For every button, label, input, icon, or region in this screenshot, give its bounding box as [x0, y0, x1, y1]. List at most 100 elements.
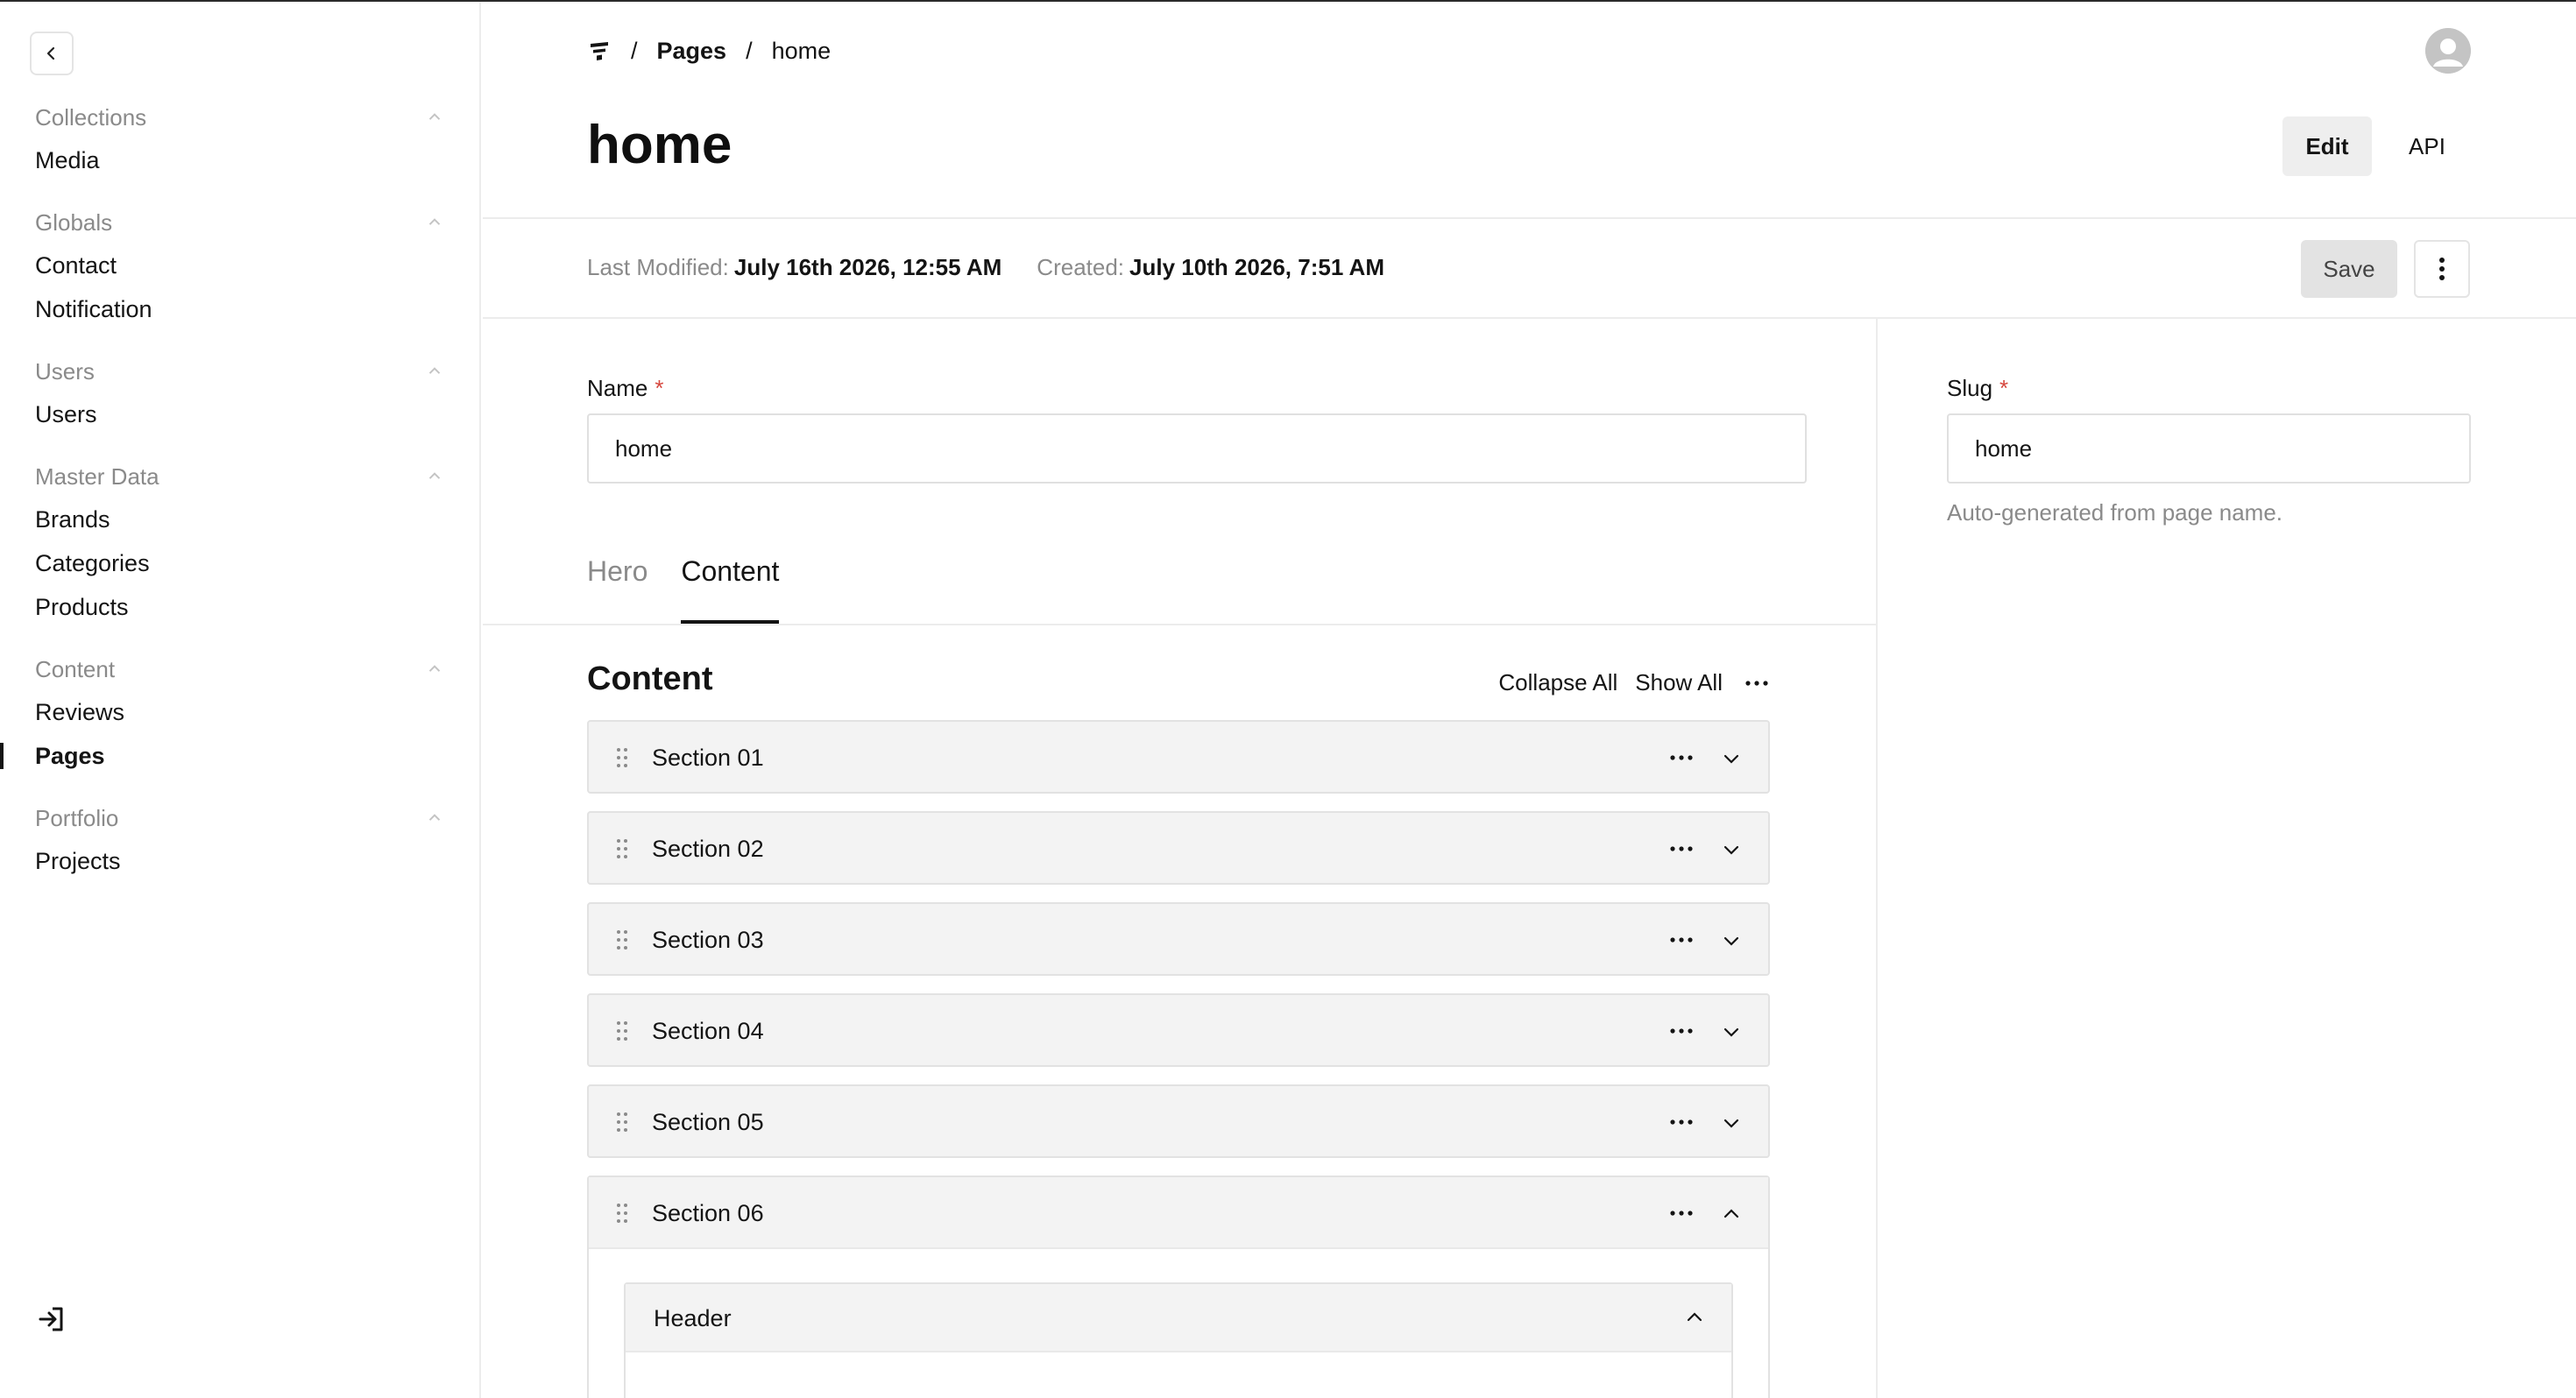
nav-group-label: Globals — [35, 208, 113, 236]
sidebar-item-label: Contact — [35, 251, 117, 279]
nav-group-toggle[interactable]: Globals — [35, 201, 444, 244]
breadcrumb-pages-link[interactable]: Pages — [657, 38, 727, 65]
show-all-button[interactable]: Show All — [1635, 669, 1723, 696]
sidebar-item-users[interactable]: Users — [35, 392, 444, 436]
name-field[interactable]: home — [587, 413, 1807, 484]
nav-group-toggle[interactable]: Content — [35, 648, 444, 690]
section-menu-icon[interactable] — [1668, 746, 1695, 769]
main-area: / Pages / home home Edit API Last Modifi… — [483, 2, 2576, 1398]
tab-content[interactable]: Content — [681, 555, 780, 624]
section-label: Section 05 — [652, 1109, 764, 1135]
drag-handle-icon[interactable] — [615, 1202, 629, 1225]
sidebar-item-notification[interactable]: Notification — [35, 287, 444, 331]
created: Created: July 10th 2026, 7:51 AM — [1037, 254, 1384, 281]
required-marker: * — [1999, 375, 2009, 401]
header-block-bar[interactable] — [626, 1284, 1731, 1352]
tab-hero[interactable]: Hero — [587, 555, 648, 624]
sidebar-item-brands[interactable]: Brands — [35, 498, 444, 541]
chevron-up-icon[interactable] — [1721, 1204, 1742, 1225]
section-label: Section 03 — [652, 927, 764, 953]
breadcrumb-current: home — [771, 37, 832, 64]
sidebar-item-label: Brands — [35, 505, 110, 533]
user-avatar-icon — [2425, 28, 2471, 74]
document-more-button[interactable] — [2414, 240, 2470, 298]
collapse-all-button[interactable]: Collapse All — [1498, 669, 1617, 696]
sidebar-item-categories[interactable]: Categories — [35, 541, 444, 585]
edit-tab-button[interactable]: Edit — [2282, 116, 2372, 176]
drag-handle-icon[interactable] — [615, 1020, 629, 1042]
nav-group-content: Content Reviews Pages — [0, 648, 444, 778]
horizontal-dots-icon[interactable] — [1744, 673, 1770, 694]
nav-group-toggle[interactable]: Collections — [35, 96, 444, 138]
sidebar-item-pages[interactable]: Pages — [0, 734, 444, 778]
chevron-up-icon[interactable] — [1684, 1307, 1705, 1328]
chevron-up-icon — [428, 665, 441, 672]
nav-group-toggle[interactable]: Portfolio — [35, 797, 444, 839]
slug-field-label: Slug * — [1947, 375, 2008, 402]
section-menu-icon[interactable] — [1668, 1202, 1695, 1225]
chevron-down-icon[interactable] — [1721, 1021, 1742, 1042]
nav-group-collections: Collections Media — [35, 96, 444, 182]
nav-group-toggle[interactable]: Master Data — [35, 455, 444, 498]
section-menu-icon[interactable] — [1668, 1111, 1695, 1133]
drag-handle-icon[interactable] — [615, 1111, 629, 1133]
drag-handle-icon[interactable] — [615, 928, 629, 951]
field-tabs: Hero Content — [587, 555, 780, 624]
header-block: Header — [624, 1282, 1733, 1398]
sidebar-item-label: Categories — [35, 549, 150, 576]
chevron-down-icon[interactable] — [1721, 839, 1742, 860]
back-button[interactable] — [30, 32, 74, 75]
created-label: Created: — [1037, 254, 1125, 280]
required-marker: * — [655, 375, 664, 401]
sidebar-item-projects[interactable]: Projects — [35, 839, 444, 883]
name-label-text: Name — [587, 375, 648, 401]
section-menu-icon[interactable] — [1668, 1020, 1695, 1042]
nav-group-label: Content — [35, 655, 116, 682]
sidebar-item-label: Media — [35, 146, 100, 173]
section-header-bar[interactable] — [589, 1177, 1768, 1249]
save-button[interactable]: Save — [2301, 240, 2397, 298]
slug-field-value: home — [1975, 434, 2033, 462]
section-label: Section 04 — [652, 1018, 764, 1044]
section-menu-icon[interactable] — [1668, 928, 1695, 951]
nav-group-label: Master Data — [35, 462, 159, 490]
chevron-down-icon[interactable] — [1721, 1112, 1742, 1133]
section-row[interactable]: Section 05 — [587, 1084, 1770, 1158]
sidebar-item-products[interactable]: Products — [35, 585, 444, 629]
sidebar-item-label: Products — [35, 593, 129, 620]
vertical-dots-icon — [2439, 258, 2445, 280]
sidebar-item-label: Users — [35, 400, 97, 427]
sidebar-divider — [1876, 319, 1878, 1398]
api-tab-button[interactable]: API — [2384, 116, 2470, 176]
section-row[interactable]: Section 04 — [587, 993, 1770, 1067]
logout-button[interactable] — [35, 1302, 70, 1337]
sidebar-item-label: Projects — [35, 847, 121, 874]
created-value: July 10th 2026, 7:51 AM — [1129, 254, 1384, 280]
nav-group-label: Portfolio — [35, 804, 119, 831]
section-row-open[interactable]: Section 06 Header — [587, 1176, 1770, 1398]
name-field-value: home — [615, 434, 673, 462]
slug-field[interactable]: home — [1947, 413, 2471, 484]
section-row[interactable]: Section 02 — [587, 811, 1770, 885]
sidebar-item-reviews[interactable]: Reviews — [35, 690, 444, 734]
drag-handle-icon[interactable] — [615, 746, 629, 769]
logout-icon — [39, 1307, 63, 1331]
logo-icon[interactable] — [587, 39, 612, 63]
avatar[interactable] — [2425, 28, 2471, 74]
drag-handle-icon[interactable] — [615, 837, 629, 860]
chevron-up-icon — [428, 218, 441, 225]
chevron-down-icon[interactable] — [1721, 748, 1742, 769]
sidebar-item-media[interactable]: Media — [35, 138, 444, 182]
section-menu-icon[interactable] — [1668, 837, 1695, 860]
content-field-header: Content Collapse All Show All — [587, 660, 1770, 704]
section-row[interactable]: Section 01 — [587, 720, 1770, 794]
chevron-down-icon[interactable] — [1721, 930, 1742, 951]
content-actions: Collapse All Show All — [1498, 669, 1770, 696]
page-title: home — [587, 115, 732, 175]
document-meta: Last Modified: July 16th 2026, 12:55 AM C… — [587, 254, 1384, 281]
nav-group-toggle[interactable]: Users — [35, 350, 444, 392]
breadcrumb: / Pages / home — [587, 33, 831, 68]
content-sections: Section 01 Section 02 Section 03 Section… — [587, 720, 1770, 1398]
section-row[interactable]: Section 03 — [587, 902, 1770, 976]
sidebar-item-contact[interactable]: Contact — [35, 244, 444, 287]
